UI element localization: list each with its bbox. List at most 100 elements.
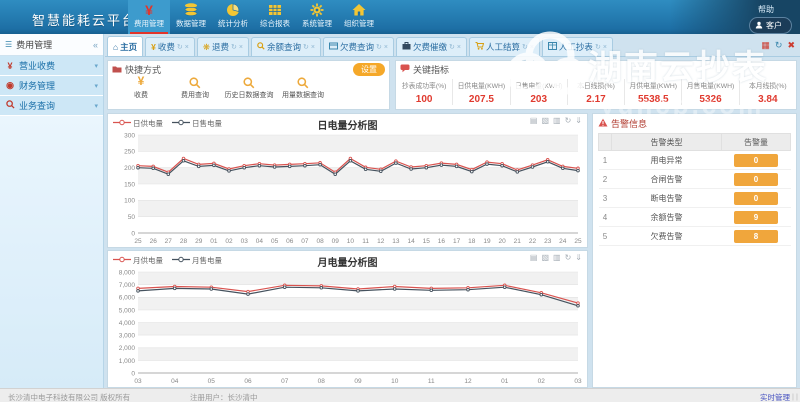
monthly-chart-canvas: 01,0002,0003,0004,0005,0006,0007,0008,00… [109, 267, 586, 386]
refresh-icon[interactable]: ↻ [775, 40, 783, 51]
tab-close-icon[interactable]: × [603, 44, 607, 51]
help-link[interactable]: 帮助 [758, 4, 774, 15]
legend-item[interactable]: 月售电量 [172, 255, 222, 266]
legend-item[interactable]: 日售电量 [172, 118, 222, 129]
table-row[interactable]: 4 余额告警 9 [599, 208, 791, 227]
nav-item-fee-management[interactable]: ¥ 费用管理 [128, 0, 170, 34]
user-button[interactable]: 客户 [749, 17, 792, 34]
alarm-count-badge: 0 [734, 173, 778, 186]
line-chart-icon[interactable]: ▧ [541, 253, 549, 262]
quick-item-usage-query[interactable]: 用量数据查询 [276, 77, 330, 100]
app-window: 智慧能耗云平台 ¥ 费用管理 数据管理 统计分析 [0, 0, 800, 402]
indicator-day-sale: 日售电量(KWH) 203 [510, 79, 567, 105]
legend-item[interactable]: 日供电量 [113, 118, 163, 129]
tab-label: 欠费查询 [340, 41, 374, 53]
svg-text:10: 10 [391, 378, 399, 385]
svg-text:15: 15 [423, 238, 431, 245]
svg-text:3,000: 3,000 [119, 333, 136, 340]
download-icon[interactable]: ⇓ [575, 253, 582, 262]
tab-charge[interactable]: ¥ 收费 ↻ × [145, 37, 195, 56]
nav-label: 数据管理 [170, 19, 212, 29]
tab-refresh-icon[interactable]: ↻ [595, 43, 601, 51]
svg-text:21: 21 [514, 238, 522, 245]
dataview-icon[interactable]: ▤ [530, 253, 538, 262]
legend-label: 日售电量 [192, 118, 222, 129]
svg-text:23: 23 [544, 238, 552, 245]
indicators-panel-title: 关键指标 [413, 63, 449, 76]
settings-button[interactable]: 设置 [353, 63, 385, 76]
tab-refresh-icon[interactable]: ↻ [177, 43, 183, 51]
quick-item-fee-query[interactable]: 费用查询 [168, 77, 222, 100]
indicator-month-loss: 本月线损(%) 3.84 [739, 79, 796, 105]
collapse-icon[interactable]: « [93, 40, 98, 50]
tab-refresh-icon[interactable]: ↻ [231, 43, 237, 51]
nav-item-data-management[interactable]: 数据管理 [170, 0, 212, 34]
restore-icon[interactable]: ↻ [565, 253, 572, 262]
cart-icon [475, 42, 484, 52]
bar-chart-icon[interactable]: ▥ [553, 253, 561, 262]
svg-text:7,000: 7,000 [119, 282, 136, 289]
download-icon[interactable]: ⇓ [575, 116, 582, 125]
tab-refund[interactable]: ❋ 退费 ↻ × [197, 37, 249, 56]
quick-item-charge[interactable]: ¥ 收费 [114, 77, 168, 100]
legend-label: 月供电量 [133, 255, 163, 266]
tab-refresh-icon[interactable]: ↻ [303, 43, 309, 51]
main-nav: ¥ 费用管理 数据管理 统计分析 综合报表 [128, 0, 380, 34]
tab-manual-settlement[interactable]: 人工结算 ↻ × [469, 37, 540, 56]
table-row[interactable]: 5 欠费告警 8 [599, 227, 791, 246]
tab-close-icon[interactable]: × [311, 44, 315, 51]
bar-chart-icon[interactable]: ▥ [553, 116, 561, 125]
indicator-value: 100 [396, 94, 452, 105]
table-row[interactable]: 1 用电异常 0 [599, 151, 791, 170]
tab-close-icon[interactable]: × [457, 44, 461, 51]
tab-manual-reading[interactable]: 人工抄表 ↻ × [542, 37, 613, 56]
tab-refresh-icon[interactable]: ↻ [522, 43, 528, 51]
nav-item-reports[interactable]: 综合报表 [254, 0, 296, 34]
legend-marker [113, 119, 131, 128]
sidebar-item-finance[interactable]: ◉ 财务管理 ▾ [0, 76, 103, 96]
tab-balance-query[interactable]: 余额查询 ↻ × [251, 37, 321, 56]
dataview-icon[interactable]: ▤ [530, 116, 538, 125]
svg-text:05: 05 [271, 238, 279, 245]
svg-text:8,000: 8,000 [119, 269, 136, 276]
restore-icon[interactable]: ↻ [565, 116, 572, 125]
table-row[interactable]: 3 断电告警 0 [599, 189, 791, 208]
quick-item-history-query[interactable]: 历史日数据查询 [222, 77, 276, 100]
svg-text:08: 08 [318, 378, 326, 385]
svg-text:07: 07 [301, 238, 309, 245]
svg-text:50: 50 [128, 214, 136, 221]
tab-close-icon[interactable]: × [530, 44, 534, 51]
svg-text:25: 25 [134, 238, 142, 245]
indicator-value: 3.84 [740, 94, 796, 105]
daily-chart-legend: 日供电量 日售电量 [113, 118, 222, 129]
grid-control-icon[interactable]: ▦ [761, 40, 770, 51]
tab-close-icon[interactable]: × [384, 44, 388, 51]
indicator-value: 203 [511, 94, 567, 105]
line-chart-icon[interactable]: ▧ [541, 116, 549, 125]
svg-text:5,000: 5,000 [119, 307, 136, 314]
nav-item-statistics[interactable]: 统计分析 [212, 0, 254, 34]
tab-refresh-icon[interactable]: ↻ [376, 43, 382, 51]
alarm-table: 告警类型 告警量 1 用电异常 0 2 合闸告警 0 3 断电告警 [598, 133, 791, 246]
tab-home[interactable]: ⌂ 主页 [107, 36, 143, 56]
legend-item[interactable]: 月供电量 [113, 255, 163, 266]
close-icon[interactable]: ✖ [787, 40, 795, 51]
legend-marker [172, 256, 190, 265]
tab-close-icon[interactable]: × [185, 44, 189, 51]
footer-link[interactable]: 实时管理 [760, 392, 790, 402]
tab-arrears-query[interactable]: 欠费查询 ↻ × [323, 37, 394, 56]
sidebar-item-query[interactable]: 业务查询 ▾ [0, 96, 103, 116]
sidebar-item-billing[interactable]: ¥ 营业收费 ▾ [0, 56, 103, 76]
nav-item-organization[interactable]: 组织管理 [338, 0, 380, 34]
nav-item-system[interactable]: 系统管理 [296, 0, 338, 34]
folder-icon [112, 65, 122, 75]
indicator-value: 5326 [682, 94, 738, 105]
home-icon [338, 0, 380, 19]
table-row[interactable]: 2 合闸告警 0 [599, 170, 791, 189]
tab-arrears-collection[interactable]: 欠费催缴 ↻ × [396, 37, 467, 56]
quick-item-label: 费用查询 [181, 92, 209, 99]
tab-refresh-icon[interactable]: ↻ [449, 43, 455, 51]
svg-text:07: 07 [281, 378, 289, 385]
tab-close-icon[interactable]: × [239, 44, 243, 51]
pie-chart-icon [212, 0, 254, 19]
